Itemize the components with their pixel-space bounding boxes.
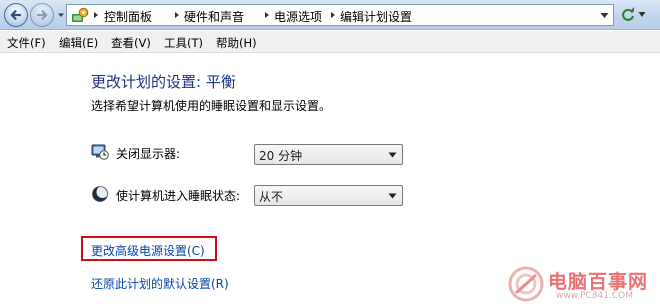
breadcrumb-separator-icon[interactable] bbox=[329, 11, 337, 19]
control-panel-icon bbox=[72, 7, 89, 22]
page-title: 更改计划的设置: 平衡 bbox=[91, 73, 236, 91]
watermark: 电脑百事网 www.PC841.COM bbox=[508, 266, 656, 304]
menu-edit[interactable]: 编辑(E) bbox=[59, 35, 98, 51]
chevron-down-icon bbox=[388, 152, 397, 158]
breadcrumb-separator-icon[interactable] bbox=[92, 11, 100, 19]
refresh-icon[interactable] bbox=[620, 6, 636, 24]
page-description: 选择希望计算机使用的睡眠设置和显示设置。 bbox=[91, 99, 332, 113]
restore-defaults-link[interactable]: 还原此计划的默认设置(R) bbox=[91, 275, 229, 292]
forward-arrow-icon bbox=[36, 10, 48, 20]
menu-tools[interactable]: 工具(T) bbox=[164, 35, 203, 51]
menu-view[interactable]: 查看(V) bbox=[111, 35, 151, 51]
refresh-dropdown-icon[interactable] bbox=[638, 11, 646, 18]
back-arrow-icon bbox=[10, 10, 22, 20]
breadcrumb-hardware-sound[interactable]: 硬件和声音 bbox=[184, 8, 244, 25]
watermark-url: www.PC841.COM bbox=[556, 291, 634, 301]
menu-help[interactable]: 帮助(H) bbox=[216, 35, 257, 51]
display-off-select[interactable]: 20 分钟 bbox=[254, 144, 403, 165]
recent-pages-dropdown-icon[interactable] bbox=[57, 11, 65, 19]
breadcrumb-power-options[interactable]: 电源选项 bbox=[274, 8, 322, 25]
watermark-text: 电脑百事网 bbox=[548, 271, 649, 293]
advanced-power-settings-link[interactable]: 更改高级电源设置(C) bbox=[91, 242, 205, 259]
breadcrumb-separator-icon[interactable] bbox=[173, 11, 181, 19]
breadcrumb-separator-icon[interactable] bbox=[263, 11, 271, 19]
sleep-value: 从不 bbox=[259, 190, 284, 204]
sleep-select[interactable]: 从不 bbox=[254, 185, 403, 206]
address-history-dropdown-icon[interactable] bbox=[600, 12, 609, 19]
moon-icon bbox=[92, 186, 109, 202]
pc-logo-icon bbox=[508, 266, 544, 302]
chevron-down-icon bbox=[388, 193, 397, 199]
back-button[interactable] bbox=[4, 3, 28, 27]
breadcrumb-control-panel[interactable]: 控制面板 bbox=[104, 8, 152, 25]
address-bar[interactable]: 控制面板 硬件和声音 电源选项 编辑计划设置 bbox=[66, 4, 614, 26]
forward-button[interactable] bbox=[30, 3, 54, 27]
menu-file[interactable]: 文件(F) bbox=[7, 35, 46, 51]
sleep-label: 使计算机进入睡眠状态: bbox=[116, 189, 241, 203]
navigation-bar: 控制面板 硬件和声音 电源选项 编辑计划设置 bbox=[0, 0, 660, 30]
menu-bar: 文件(F) 编辑(E) 查看(V) 工具(T) 帮助(H) bbox=[0, 31, 660, 53]
monitor-clock-icon bbox=[91, 144, 109, 160]
breadcrumb-edit-plan[interactable]: 编辑计划设置 bbox=[340, 8, 412, 25]
display-off-label: 关闭显示器: bbox=[116, 147, 181, 161]
display-off-value: 20 分钟 bbox=[259, 149, 303, 163]
